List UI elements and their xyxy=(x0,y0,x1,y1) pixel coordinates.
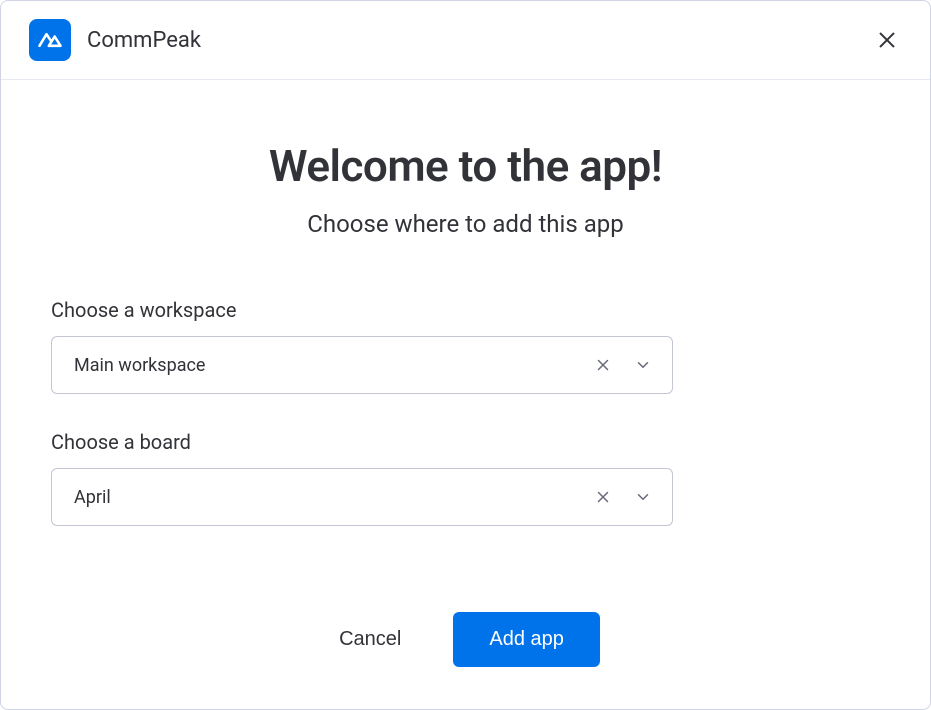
board-field: Choose a board April xyxy=(51,430,880,526)
add-app-modal: CommPeak Welcome to the app! Choose wher… xyxy=(0,0,931,710)
board-clear-button[interactable] xyxy=(588,482,618,512)
close-icon xyxy=(876,29,898,51)
modal-footer: Cancel Add app xyxy=(51,612,880,667)
close-button[interactable] xyxy=(872,25,902,55)
workspace-field: Choose a workspace Main workspace xyxy=(51,298,880,394)
app-name: CommPeak xyxy=(87,28,201,53)
modal-content: Welcome to the app! Choose where to add … xyxy=(1,80,930,709)
workspace-select[interactable]: Main workspace xyxy=(51,336,673,394)
x-icon xyxy=(594,488,612,506)
board-select[interactable]: April xyxy=(51,468,673,526)
x-icon xyxy=(594,356,612,374)
welcome-title: Welcome to the app! xyxy=(51,140,880,192)
workspace-value: Main workspace xyxy=(74,355,588,376)
chevron-down-icon xyxy=(634,488,652,506)
workspace-dropdown-toggle[interactable] xyxy=(628,350,658,380)
board-dropdown-toggle[interactable] xyxy=(628,482,658,512)
board-value: April xyxy=(74,487,588,508)
app-icon xyxy=(29,19,71,61)
workspace-clear-button[interactable] xyxy=(588,350,618,380)
cancel-button[interactable]: Cancel xyxy=(331,616,409,663)
add-app-button[interactable]: Add app xyxy=(453,612,600,667)
board-label: Choose a board xyxy=(51,430,880,454)
modal-header: CommPeak xyxy=(1,1,930,80)
chevron-down-icon xyxy=(634,356,652,374)
workspace-label: Choose a workspace xyxy=(51,298,880,322)
header-left: CommPeak xyxy=(29,19,201,61)
welcome-subtitle: Choose where to add this app xyxy=(51,210,880,238)
